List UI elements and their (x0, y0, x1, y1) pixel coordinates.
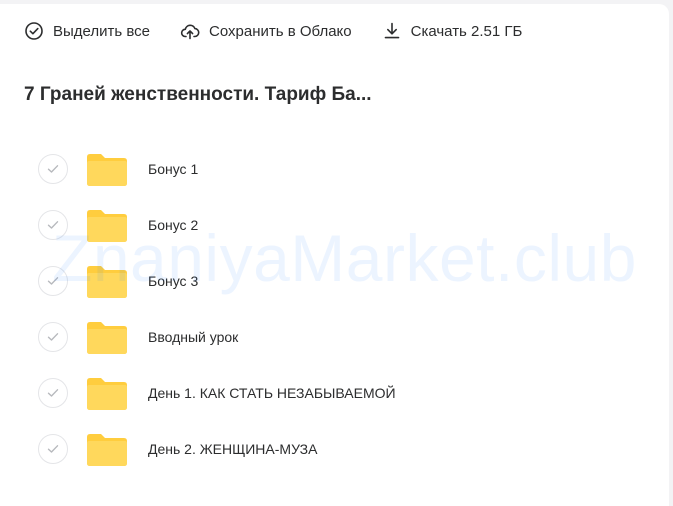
checkmark-icon (47, 165, 59, 173)
folder-icon (87, 210, 127, 242)
list-item[interactable]: Бонус 3 (38, 259, 638, 315)
checkmark-icon (47, 445, 59, 453)
download-label: Скачать 2.51 ГБ (410, 22, 523, 40)
download-icon (384, 22, 399, 39)
item-name: Бонус 2 (148, 217, 199, 233)
item-name: Бонус 1 (148, 161, 199, 177)
list-item[interactable]: День 2. ЖЕНЩИНА-МУЗА (38, 427, 638, 483)
select-all-button[interactable]: Выделить все (24, 21, 150, 41)
save-to-cloud-label: Сохранить в Облако (209, 22, 352, 40)
file-share-panel: Выделить все Сохранить в Облако Скачать … (0, 4, 669, 506)
item-checkbox[interactable] (38, 322, 68, 352)
checkmark-icon (47, 389, 59, 397)
list-item[interactable]: Бонус 2 (38, 203, 638, 259)
item-checkbox[interactable] (38, 378, 68, 408)
check-circle-icon (25, 22, 43, 40)
save-to-cloud-button[interactable]: Сохранить в Облако (180, 21, 352, 41)
checkmark-icon (47, 221, 59, 229)
item-checkbox[interactable] (38, 154, 68, 184)
folder-icon (87, 322, 127, 354)
file-list: Бонус 1 Бонус 2 Бонус 3 Вводный урок Ден… (38, 147, 638, 483)
toolbar: Выделить все Сохранить в Облако Скачать … (24, 18, 552, 44)
cloud-upload-icon (180, 24, 200, 40)
folder-icon (87, 378, 127, 410)
list-item[interactable]: День 1. КАК СТАТЬ НЕЗАБЫВАЕМОЙ (38, 371, 638, 427)
item-name: Бонус 3 (148, 273, 199, 289)
checkmark-icon (47, 277, 59, 285)
item-name: Вводный урок (148, 329, 239, 345)
download-button[interactable]: Скачать 2.51 ГБ (382, 21, 523, 41)
folder-title: 7 Граней женственности. Тариф Ба... (24, 84, 372, 105)
list-item[interactable]: Вводный урок (38, 315, 638, 371)
checkmark-icon (47, 333, 59, 341)
folder-icon (87, 434, 127, 466)
select-all-label: Выделить все (53, 22, 151, 40)
folder-icon (87, 266, 127, 298)
item-name: День 2. ЖЕНЩИНА-МУЗА (148, 441, 318, 457)
item-checkbox[interactable] (38, 210, 68, 240)
item-name: День 1. КАК СТАТЬ НЕЗАБЫВАЕМОЙ (148, 385, 396, 401)
item-checkbox[interactable] (38, 266, 68, 296)
folder-icon (87, 154, 127, 186)
list-item[interactable]: Бонус 1 (38, 147, 638, 203)
item-checkbox[interactable] (38, 434, 68, 464)
